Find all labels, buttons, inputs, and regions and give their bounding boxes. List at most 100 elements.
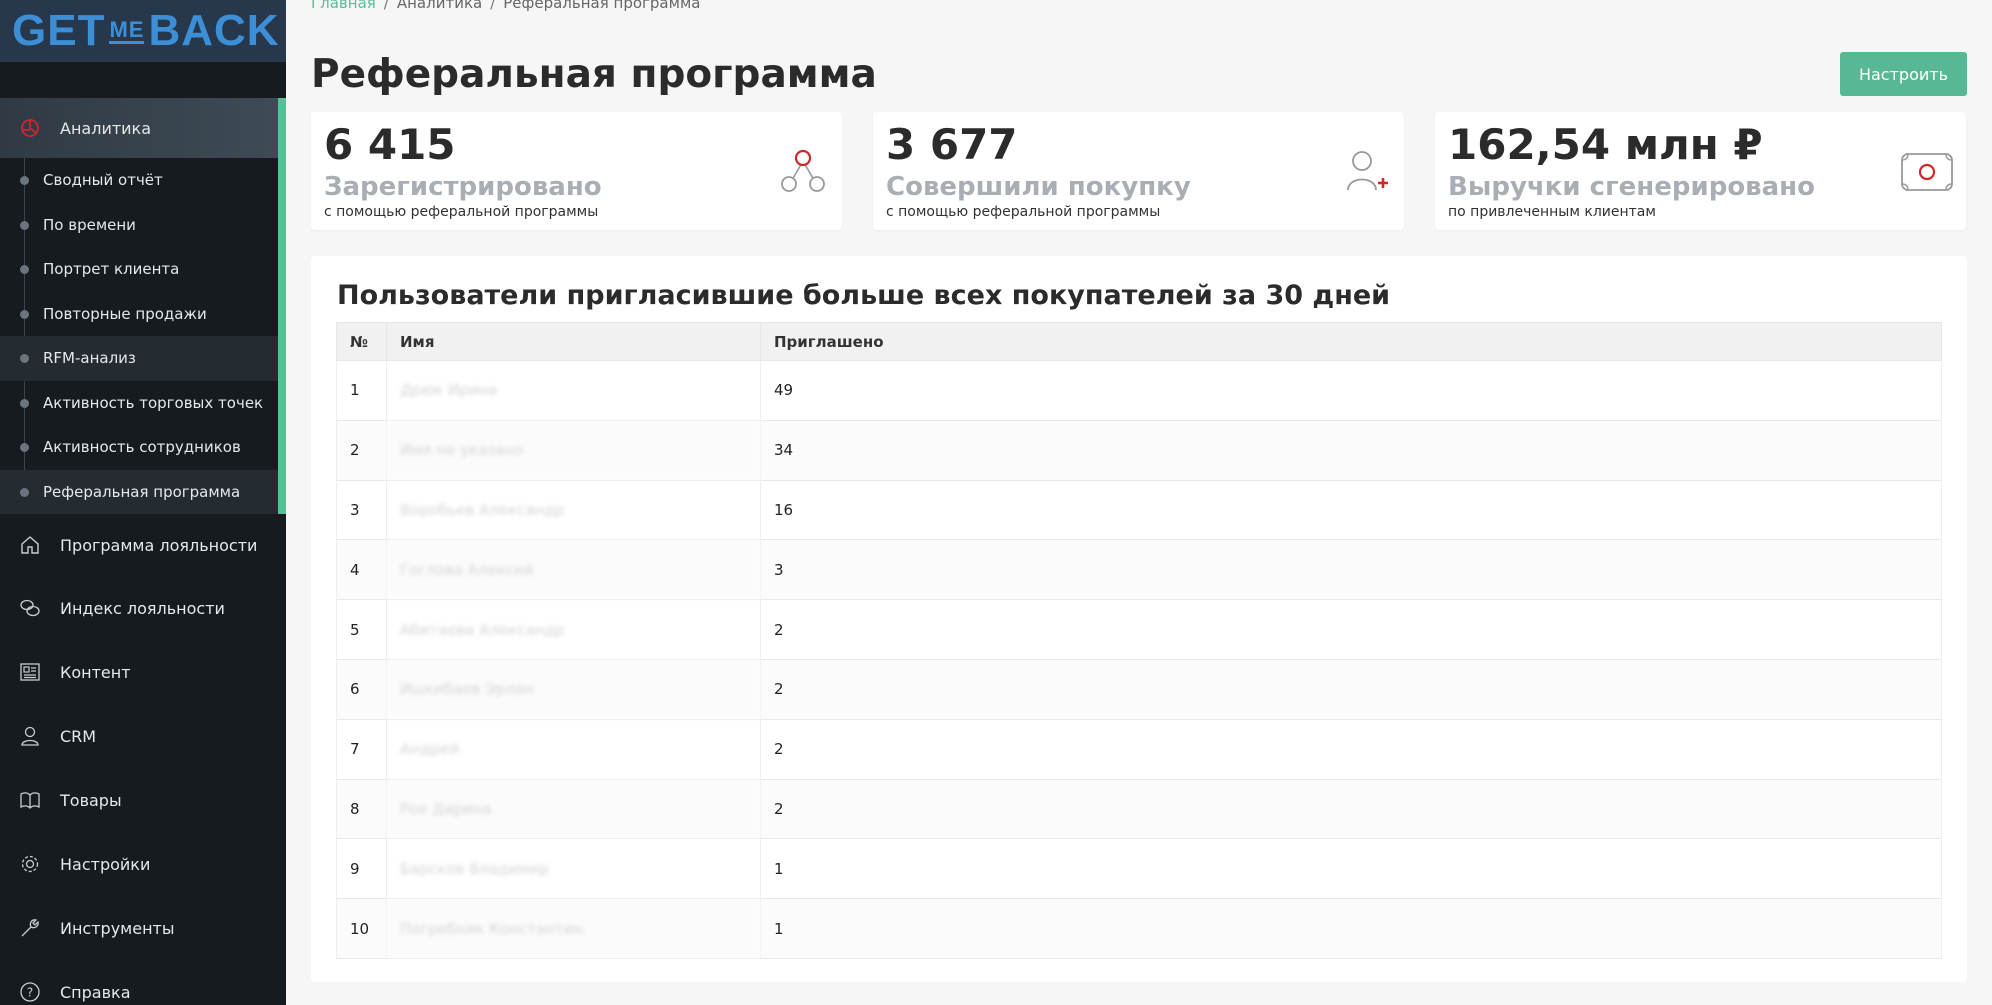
table-row[interactable]: 10 Погребняк Константин 1 xyxy=(336,898,1942,959)
submenu-item-rfm[interactable]: RFM-анализ xyxy=(0,336,278,381)
cell-name: Андрей xyxy=(386,718,761,780)
logo-left: GET xyxy=(12,6,106,55)
breadcrumb-current: Реферальная программа xyxy=(503,0,701,12)
cell-number: 10 xyxy=(336,898,387,959)
cell-name: Гоглова Алексей xyxy=(386,539,761,600)
submenu-item-store-activity[interactable]: Активность торговых точек xyxy=(0,381,278,426)
cell-number: 5 xyxy=(336,599,387,660)
submenu-item-repeat-sales[interactable]: Повторные продажи xyxy=(0,292,278,337)
submenu-item-by-time[interactable]: По времени xyxy=(0,203,278,248)
cell-invited: 2 xyxy=(760,658,1942,720)
cell-number: 1 xyxy=(336,360,387,421)
submenu-item-summary[interactable]: Сводный отчёт xyxy=(0,158,278,203)
cell-name: Абитаева Александр xyxy=(386,599,761,660)
breadcrumb-section[interactable]: Аналитика xyxy=(397,0,482,12)
stat-card-registered: 6 415 Зарегистрировано с помощью реферал… xyxy=(311,112,842,230)
submenu-item-client-portrait[interactable]: Портрет клиента xyxy=(0,247,278,292)
sidebar-item-crm[interactable]: CRM xyxy=(0,704,286,768)
referral-network-icon xyxy=(781,149,825,192)
breadcrumb-home[interactable]: Главная xyxy=(311,0,376,12)
submenu-item-staff-activity[interactable]: Активность сотрудников xyxy=(0,425,278,470)
table-row[interactable]: 2 Имя не указано 34 xyxy=(336,419,1942,481)
stat-card-purchased: 3 677 Совершили покупку с помощью рефера… xyxy=(873,112,1404,230)
wrench-icon xyxy=(18,916,42,940)
analytics-icon xyxy=(18,116,42,140)
cell-number: 6 xyxy=(336,658,387,720)
breadcrumb-separator: / xyxy=(490,0,496,12)
sidebar-item-analytics[interactable]: Аналитика xyxy=(0,98,286,158)
top-referrers-panel: Пользователи пригласившие больше всех по… xyxy=(311,256,1967,982)
cell-invited: 1 xyxy=(760,898,1942,959)
sidebar-item-label: Контент xyxy=(60,662,131,682)
cell-invited: 1 xyxy=(760,838,1942,899)
sidebar: GET ME BACK Аналитика Сводный отчёт По в… xyxy=(0,0,286,1005)
table-row[interactable]: 8 Рое Дарина 2 xyxy=(336,778,1942,839)
stat-value: 6 415 xyxy=(324,120,456,169)
home-icon xyxy=(18,533,42,557)
logo[interactable]: GET ME BACK xyxy=(0,0,286,62)
panel-title: Пользователи пригласившие больше всех по… xyxy=(337,280,1391,311)
stat-card-revenue: 162,54 млн ₽ Выручки сгенерировано по пр… xyxy=(1435,112,1966,230)
cell-invited: 3 xyxy=(760,539,1942,600)
table-header-row: № Имя Приглашено xyxy=(336,322,1942,361)
stat-subtext: по привлеченным клиентам xyxy=(1448,204,1656,220)
cell-name: Рое Дарина xyxy=(386,778,761,839)
sidebar-item-label: Аналитика xyxy=(60,118,152,138)
cell-name: Ишкибаев Эрлан xyxy=(386,658,761,720)
sidebar-item-label: Инструменты xyxy=(60,918,175,938)
sidebar-item-loyalty-index[interactable]: Индекс лояльности xyxy=(0,576,286,640)
stat-label: Зарегистрировано xyxy=(324,172,602,202)
cell-name: Воробьев Александр xyxy=(386,479,761,540)
logo-mid: ME xyxy=(109,16,145,44)
submenu-item-referral[interactable]: Реферальная программа xyxy=(0,469,278,514)
sidebar-item-loyalty-program[interactable]: Программа лояльности xyxy=(0,514,286,576)
stat-label: Совершили покупку xyxy=(886,172,1191,202)
user-plus-icon xyxy=(1347,151,1388,191)
column-header-number[interactable]: № xyxy=(336,322,387,361)
setup-button[interactable]: Настроить xyxy=(1840,52,1967,96)
cell-name: Дрюк Ирина xyxy=(386,360,761,421)
cell-number: 7 xyxy=(336,718,387,780)
breadcrumb: Главная / Аналитика / Реферальная программа xyxy=(311,0,700,12)
table-row[interactable]: 5 Абитаева Александр 2 xyxy=(336,599,1942,660)
table-row[interactable]: 7 Андрей 2 xyxy=(336,718,1942,780)
user-icon xyxy=(18,724,42,748)
sidebar-item-help[interactable]: ? Справка xyxy=(0,960,286,1005)
cell-number: 2 xyxy=(336,419,387,481)
table-row[interactable]: 1 Дрюк Ирина 49 xyxy=(336,360,1942,421)
breadcrumb-separator: / xyxy=(383,0,389,12)
cell-invited: 2 xyxy=(760,599,1942,660)
cell-number: 3 xyxy=(336,479,387,540)
sidebar-item-label: CRM xyxy=(60,726,97,746)
chat-icon xyxy=(18,596,42,620)
column-header-invited[interactable]: Приглашено xyxy=(760,322,1942,361)
cell-name: Имя не указано xyxy=(386,419,761,481)
page-title: Реферальная программа xyxy=(311,52,877,97)
gear-icon xyxy=(18,852,42,876)
analytics-submenu: Сводный отчёт По времени Портрет клиента… xyxy=(0,158,286,514)
stat-value: 162,54 млн ₽ xyxy=(1448,120,1763,169)
column-header-name[interactable]: Имя xyxy=(386,322,761,361)
sidebar-item-products[interactable]: Товары xyxy=(0,768,286,832)
cell-invited: 2 xyxy=(760,778,1942,839)
sidebar-item-label: Настройки xyxy=(60,854,151,874)
help-icon: ? xyxy=(18,980,42,1004)
sidebar-item-content[interactable]: Контент xyxy=(0,640,286,704)
newspaper-icon xyxy=(18,660,42,684)
sidebar-item-settings[interactable]: Настройки xyxy=(0,832,286,896)
table-row[interactable]: 4 Гоглова Алексей 3 xyxy=(336,539,1942,600)
table-row[interactable]: 3 Воробьев Александр 16 xyxy=(336,479,1942,540)
table-row[interactable]: 6 Ишкибаев Эрлан 2 xyxy=(336,658,1942,720)
sidebar-item-label: Товары xyxy=(60,790,122,810)
book-icon xyxy=(18,788,42,812)
stat-subtext: с помощью реферальной программы xyxy=(886,204,1161,220)
sidebar-item-tools[interactable]: Инструменты xyxy=(0,896,286,960)
sidebar-item-label: Программа лояльности xyxy=(60,535,258,555)
table-row[interactable]: 9 Барсков Владимир 1 xyxy=(336,838,1942,899)
stat-value: 3 677 xyxy=(886,120,1018,169)
cell-invited: 2 xyxy=(760,718,1942,780)
cell-invited: 34 xyxy=(760,419,1942,481)
logo-right: BACK xyxy=(148,6,280,55)
sidebar-item-label: Индекс лояльности xyxy=(60,598,225,618)
cell-name: Барсков Владимир xyxy=(386,838,761,899)
